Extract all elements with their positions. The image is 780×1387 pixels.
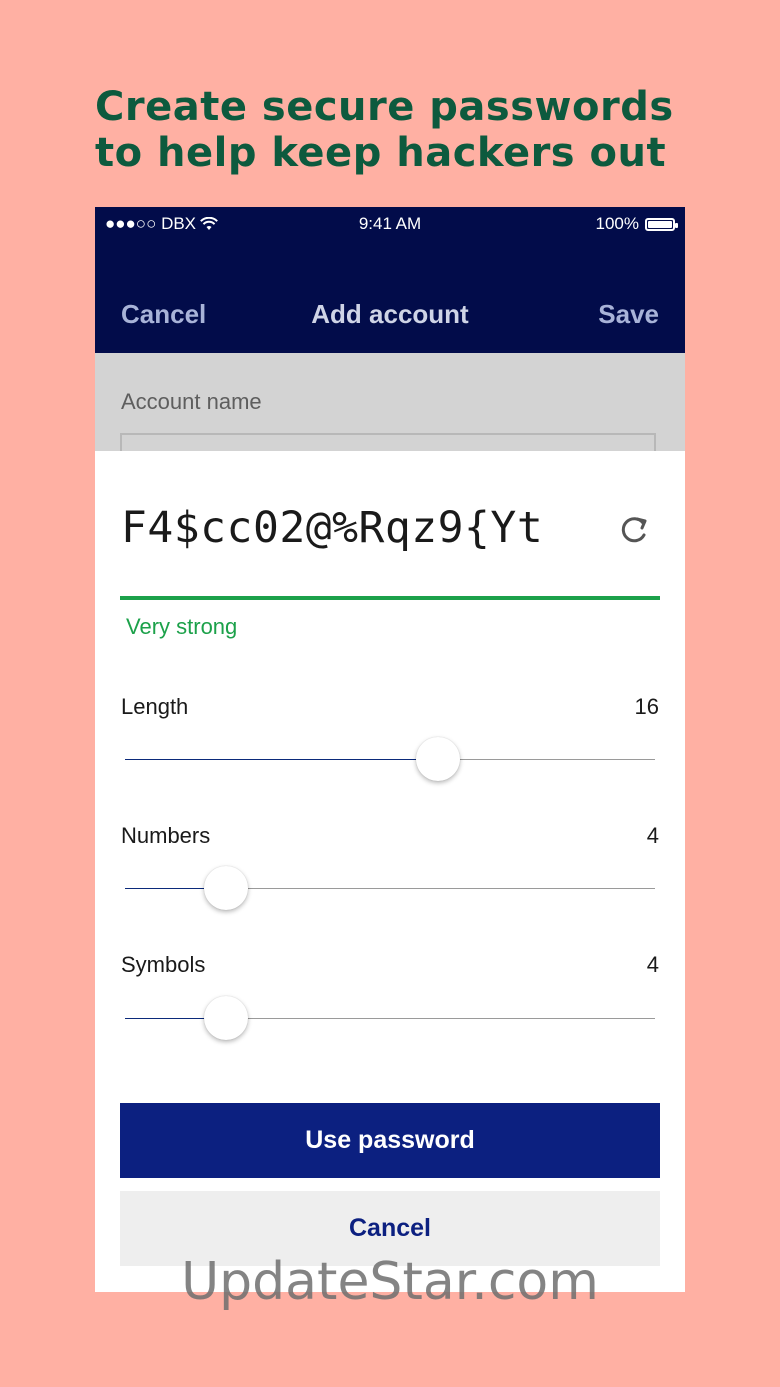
battery-icon: [645, 217, 678, 231]
account-name-label: Account name: [121, 389, 262, 414]
account-form-dimmed: Account name: [95, 353, 685, 463]
slider-thumb[interactable]: [415, 737, 460, 781]
numbers-label: Numbers: [121, 823, 211, 848]
length-value: 16: [634, 694, 659, 719]
length-slider[interactable]: [125, 737, 655, 783]
password-generator-sheet: F4$cc02@%Rqz9{Yt Very strong Length 16 N…: [95, 451, 685, 1292]
strength-meter: [120, 596, 660, 600]
slider-thumb[interactable]: [203, 866, 248, 910]
symbols-value: 4: [646, 952, 659, 977]
strength-label: Very strong: [126, 614, 238, 639]
nav-save-button[interactable]: Save: [598, 299, 659, 330]
phone-screen: ●●●○○ DBX 9:41 AM 100% Cancel Add accoun…: [95, 207, 685, 1292]
headline-line-2: to help keep hackers out: [95, 130, 667, 176]
nav-bar: Cancel Add account Save: [95, 243, 685, 353]
nav-title: Add account: [311, 299, 469, 329]
slider-thumb[interactable]: [203, 996, 248, 1040]
generated-password: F4$cc02@%Rqz9{Yt: [121, 503, 544, 553]
battery-percent: 100%: [595, 214, 639, 233]
status-right: 100%: [595, 214, 678, 234]
slider-fill: [125, 759, 438, 760]
status-bar: ●●●○○ DBX 9:41 AM 100%: [95, 207, 685, 243]
headline-line-1: Create secure passwords: [95, 84, 674, 130]
refresh-icon[interactable]: [617, 513, 651, 547]
headline: Create secure passwords to help keep hac…: [95, 84, 715, 176]
length-label: Length: [121, 694, 189, 719]
use-password-button[interactable]: Use password: [120, 1103, 660, 1178]
numbers-value: 4: [646, 823, 659, 848]
numbers-slider[interactable]: [125, 866, 655, 912]
watermark: UpdateStar.com: [181, 1252, 599, 1312]
symbols-label: Symbols: [121, 952, 206, 977]
symbols-slider[interactable]: [125, 996, 655, 1042]
